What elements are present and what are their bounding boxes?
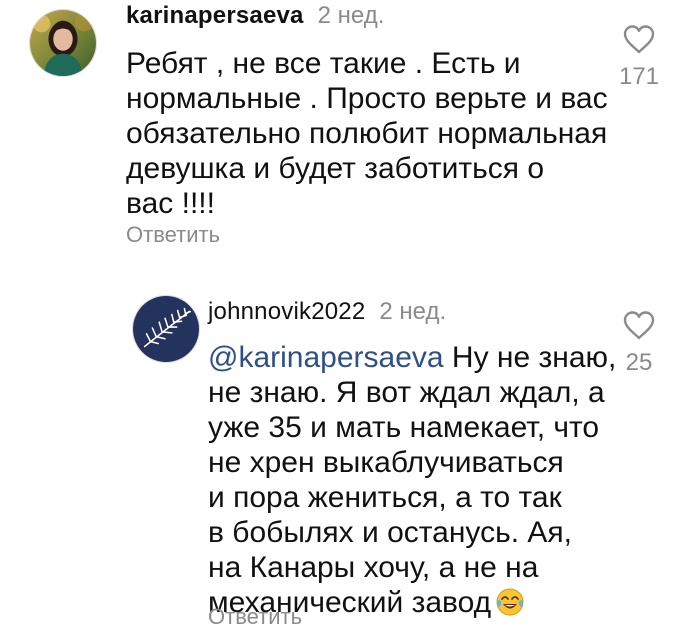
comment-line: и пора жениться, а то так <box>208 481 562 514</box>
comment-line: Ребят , не все такие . Есть и <box>126 47 521 80</box>
comment-meta: karinapersaeva 2 нед. <box>126 2 384 30</box>
comment-line: нормальные . Просто верьте и вас <box>126 82 608 115</box>
comment-line: девушка и будет заботиться о <box>126 152 545 185</box>
avatar[interactable] <box>132 295 200 363</box>
comment-line: не знаю. Я вот ждал ждал, а <box>208 376 605 409</box>
comment-text: @karinapersaeva Ну не знаю, не знаю. Я в… <box>208 340 616 620</box>
mention-link[interactable]: @karinapersaeva <box>208 341 444 374</box>
face-with-tears-of-joy-icon <box>496 588 524 616</box>
comment-meta: johnnovik2022 2 нед. <box>208 298 446 326</box>
username[interactable]: johnnovik2022 <box>208 298 365 326</box>
like-control: 171 <box>609 24 669 90</box>
timestamp: 2 нед. <box>317 2 385 29</box>
reply-button[interactable]: Ответить <box>126 222 220 248</box>
comment-line: на Канары хочу, а не на <box>208 551 539 584</box>
comment: karinapersaeva 2 нед. Ребят , не все так… <box>0 0 700 260</box>
comment-line-text: Ну не знаю, <box>443 341 617 374</box>
comment-line: в бобылях и останусь. Ая, <box>208 516 572 549</box>
timestamp: 2 нед. <box>379 298 447 325</box>
heart-outline-icon[interactable] <box>622 310 656 340</box>
avatar[interactable] <box>29 9 97 77</box>
heart-outline-icon[interactable] <box>622 24 656 54</box>
comment-line: @karinapersaeva Ну не знаю, <box>208 340 616 375</box>
reply-comment: johnnovik2022 2 нед. @karinapersaeva Ну … <box>0 280 700 644</box>
username[interactable]: karinapersaeva <box>126 2 304 30</box>
woman-portrait-avatar-icon <box>30 10 96 76</box>
comment-line: не хрен выкаблучиваться <box>208 446 564 479</box>
like-control: 25 <box>609 310 669 376</box>
like-count: 25 <box>625 349 653 376</box>
comment-line: обязательно полюбит нормальная <box>126 117 608 150</box>
reply-button[interactable]: Ответить <box>208 604 302 630</box>
comment-text: Ребят , не все такие . Есть и нормальные… <box>126 46 608 221</box>
comment-line: уже 35 и мать намекает, что <box>208 411 600 444</box>
white-fern-avatar-icon <box>133 296 199 362</box>
comment-line: вас !!!! <box>126 187 215 220</box>
like-count: 171 <box>618 63 660 90</box>
